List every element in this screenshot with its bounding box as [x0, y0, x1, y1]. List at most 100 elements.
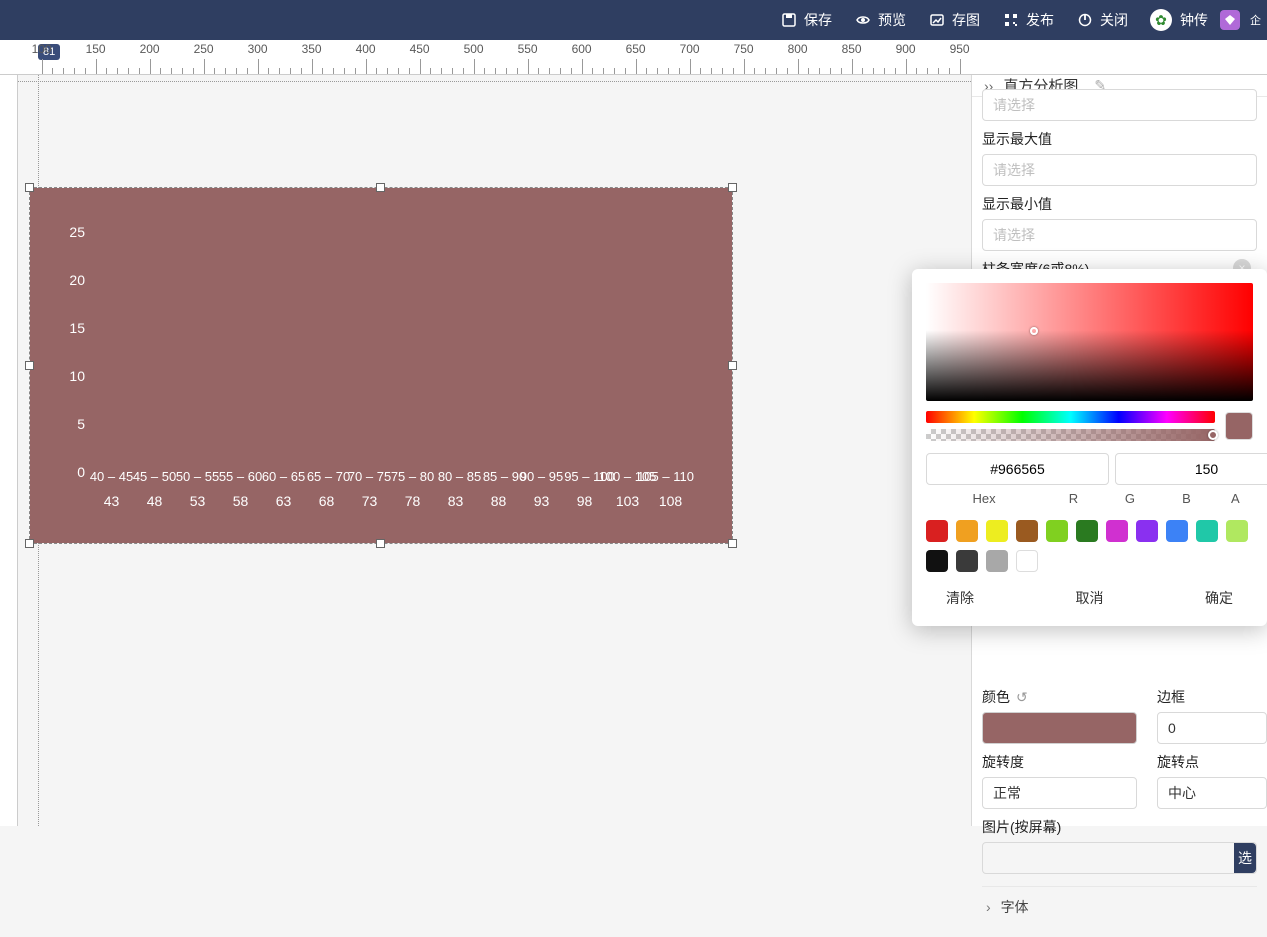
r-input[interactable] — [1115, 453, 1267, 485]
ruler-tick-label: 950 — [950, 42, 970, 56]
swatch[interactable] — [926, 550, 948, 572]
avatar: ✿ — [1150, 9, 1172, 31]
top-select[interactable] — [982, 89, 1257, 121]
swatch[interactable] — [956, 550, 978, 572]
y-tick: 25 — [69, 224, 85, 240]
ruler-tick-label: 550 — [518, 42, 538, 56]
preview-button[interactable]: 预览 — [854, 10, 906, 30]
save-button[interactable]: 保存 — [780, 10, 832, 30]
hue-slider[interactable] — [926, 411, 1215, 423]
resize-handle-w[interactable] — [25, 361, 34, 370]
ruler-tick-label: 500 — [464, 42, 484, 56]
chart-plot: 0510152025 40 – 4545 – 5050 – 5555 – 606… — [90, 248, 692, 488]
alpha-slider[interactable] — [926, 429, 1215, 441]
resize-handle-e[interactable] — [728, 361, 737, 370]
saturation-value-area[interactable] — [926, 283, 1253, 401]
picker-clear-button[interactable]: 清除 — [946, 588, 974, 608]
swatch[interactable] — [1016, 550, 1038, 572]
properties-panel: ›› 直方分析图 ✎ 显示最大值 显示最小值 柱条宽度(6或8%) × 柱条描 — [971, 75, 1267, 826]
resize-handle-ne[interactable] — [728, 183, 737, 192]
ruler-tick-label: 250 — [194, 42, 214, 56]
y-tick: 20 — [69, 272, 85, 288]
swatch[interactable] — [1136, 520, 1158, 542]
min-select[interactable] — [982, 219, 1257, 251]
bar-label: 70 – 75 — [348, 469, 391, 484]
border-label: 边框 — [1157, 687, 1267, 707]
power-icon — [1076, 11, 1094, 29]
swatch[interactable] — [926, 520, 948, 542]
swatch[interactable] — [986, 520, 1008, 542]
save-image-label: 存图 — [952, 10, 980, 30]
ruler-tick-label: 850 — [842, 42, 862, 56]
alpha-thumb[interactable] — [1208, 430, 1218, 440]
bar-label: 100 – 105 — [599, 469, 657, 484]
publish-label: 发布 — [1026, 10, 1054, 30]
swatch[interactable] — [1196, 520, 1218, 542]
swatch[interactable] — [1226, 520, 1248, 542]
resize-handle-nw[interactable] — [25, 183, 34, 192]
ruler-tick-label: 650 — [626, 42, 646, 56]
swatch[interactable] — [1016, 520, 1038, 542]
ruler-horizontal[interactable]: 81 1001502002503003504004505005506006507… — [0, 40, 1267, 75]
swatch[interactable] — [956, 520, 978, 542]
x-tick: 78 — [391, 493, 434, 509]
picker-confirm-button[interactable]: 确定 — [1205, 588, 1233, 608]
swatch[interactable] — [1046, 520, 1068, 542]
preview-icon — [854, 11, 872, 29]
hex-input[interactable] — [926, 453, 1109, 485]
font-section-label: 字体 — [1001, 899, 1029, 915]
x-tick: 83 — [434, 493, 477, 509]
bar-label: 80 – 85 — [438, 469, 481, 484]
x-tick: 73 — [348, 493, 391, 509]
swatch[interactable] — [1166, 520, 1188, 542]
picker-cancel-button[interactable]: 取消 — [1076, 588, 1104, 608]
canvas[interactable]: 0510152025 40 – 4545 – 5050 – 5555 – 606… — [0, 75, 971, 826]
resize-handle-se[interactable] — [728, 539, 737, 548]
rotate-origin-label: 旋转点 — [1157, 752, 1267, 772]
resize-handle-s[interactable] — [376, 539, 385, 548]
image-label: 图片(按屏幕) — [982, 817, 1257, 837]
gem-icon — [1220, 10, 1240, 30]
rotate-select[interactable] — [982, 777, 1137, 809]
user-menu[interactable]: ✿ 钟传 企 — [1150, 9, 1261, 31]
ruler-tick-label: 350 — [302, 42, 322, 56]
upload-button[interactable]: 选 — [1234, 843, 1256, 873]
border-input[interactable] — [1157, 712, 1267, 744]
guide-horizontal[interactable] — [18, 81, 971, 82]
y-tick: 15 — [69, 320, 85, 336]
sv-cursor[interactable] — [1030, 327, 1038, 335]
ruler-tick-label: 750 — [734, 42, 754, 56]
a-label: A — [1218, 491, 1253, 506]
color-picker: Hex R G B A 清除 取消 确定 — [912, 269, 1267, 626]
ruler-vertical[interactable] — [0, 75, 18, 826]
save-label: 保存 — [804, 10, 832, 30]
y-tick: 10 — [69, 368, 85, 384]
reset-color-icon[interactable]: ↺ — [1016, 689, 1028, 705]
bar-label: 40 – 45 — [90, 469, 133, 484]
ruler-tick-label: 900 — [896, 42, 916, 56]
max-select[interactable] — [982, 154, 1257, 186]
font-section[interactable]: › 字体 — [982, 886, 1257, 927]
resize-handle-n[interactable] — [376, 183, 385, 192]
swatch[interactable] — [986, 550, 1008, 572]
b-label: B — [1161, 491, 1212, 506]
resize-handle-sw[interactable] — [25, 539, 34, 548]
save-image-button[interactable]: 存图 — [928, 10, 980, 30]
rotate-origin-select[interactable] — [1157, 777, 1267, 809]
save-icon — [780, 11, 798, 29]
swatch[interactable] — [1106, 520, 1128, 542]
ruler-tick-label: 800 — [788, 42, 808, 56]
image-icon — [928, 11, 946, 29]
x-tick: 93 — [520, 493, 563, 509]
chart-bars: 40 – 4545 – 5050 – 5555 – 6060 – 6565 – … — [90, 248, 692, 488]
image-upload[interactable]: 选 — [982, 842, 1257, 874]
color-swatch[interactable] — [982, 712, 1137, 744]
close-button[interactable]: 关闭 — [1076, 10, 1128, 30]
chart-object[interactable]: 0510152025 40 – 4545 – 5050 – 5555 – 606… — [30, 188, 732, 543]
x-tick: 43 — [90, 493, 133, 509]
x-tick: 103 — [606, 493, 649, 509]
x-tick: 48 — [133, 493, 176, 509]
publish-button[interactable]: 发布 — [1002, 10, 1054, 30]
ruler-tick-label: 100 — [32, 42, 52, 56]
swatch[interactable] — [1076, 520, 1098, 542]
